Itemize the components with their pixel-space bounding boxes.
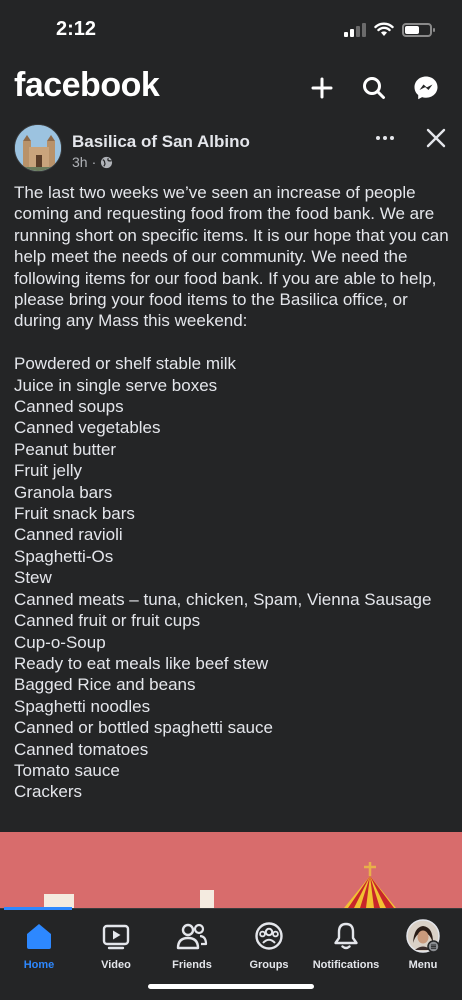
- messenger-button[interactable]: [408, 70, 444, 106]
- tab-label-friends: Friends: [172, 959, 212, 971]
- bell-icon: [329, 919, 363, 953]
- list-item: Fruit jelly: [14, 461, 83, 481]
- list-item: Granola bars: [14, 482, 113, 502]
- tab-label-notifications: Notifications: [312, 959, 380, 971]
- status-bar: 2:12: [0, 0, 462, 60]
- active-tab-indicator: [4, 907, 72, 910]
- post-meta: 3h ·: [72, 154, 113, 170]
- post-options-button[interactable]: [370, 128, 400, 148]
- list-item: Canned meats – tuna, chicken, Spam, Vien…: [14, 589, 432, 609]
- tab-menu[interactable]: Menu: [384, 919, 462, 983]
- food-items-list: Powdered or shelf stable milk Juice in s…: [14, 353, 454, 803]
- search-icon: [363, 77, 385, 99]
- basilica-photo-icon: [15, 125, 61, 171]
- cellular-signal-icon: [344, 22, 366, 37]
- list-item: Bagged Rice and beans: [14, 675, 196, 695]
- tab-friends[interactable]: Friends: [153, 919, 231, 983]
- wifi-icon: [374, 22, 394, 36]
- list-item: Canned fruit or fruit cups: [14, 611, 201, 631]
- list-item: Spaghetti-Os: [14, 546, 114, 566]
- hide-post-button[interactable]: [424, 126, 448, 150]
- status-icons: [344, 22, 435, 37]
- post-body: The last two weeks we’ve seen an increas…: [14, 182, 454, 803]
- plus-icon: [311, 77, 333, 99]
- tab-label-video: Video: [101, 959, 131, 971]
- post-header: Basilica of San Albino 3h ·: [0, 124, 462, 176]
- list-item: Fruit snack bars: [14, 504, 135, 524]
- list-item: Peanut butter: [14, 439, 117, 459]
- post-intro: The last two weeks we’ve seen an increas…: [14, 183, 449, 331]
- tab-label-home: Home: [23, 959, 55, 971]
- list-item: Crackers: [14, 782, 83, 802]
- flyer-graphic-icon: [0, 832, 462, 908]
- home-indicator: [148, 984, 314, 989]
- create-button[interactable]: [304, 70, 340, 106]
- facebook-logo[interactable]: facebook: [14, 66, 160, 105]
- list-item: Spaghetti noodles: [14, 696, 151, 716]
- list-item: Canned soups: [14, 397, 124, 417]
- list-item: Cup-o-Soup: [14, 632, 106, 652]
- page-name[interactable]: Basilica of San Albino: [72, 132, 250, 152]
- list-item: Ready to eat meals like beef stew: [14, 653, 269, 673]
- friends-icon: [175, 919, 209, 953]
- tab-home[interactable]: Home: [0, 919, 78, 983]
- globe-icon: [101, 156, 113, 168]
- list-item: Stew: [14, 568, 52, 588]
- list-item: Canned tomatoes: [14, 739, 149, 759]
- tab-video[interactable]: Video: [77, 919, 155, 983]
- video-icon: [99, 919, 133, 953]
- tab-notifications[interactable]: Notifications: [307, 919, 385, 983]
- status-time: 2:12: [56, 18, 97, 40]
- profile-avatar: [406, 919, 440, 953]
- battery-icon: [402, 22, 435, 37]
- tab-label-menu: Menu: [408, 959, 438, 971]
- post-image[interactable]: [0, 832, 462, 908]
- messenger-icon: [414, 76, 438, 100]
- home-icon: [22, 919, 56, 953]
- list-item: Juice in single serve boxes: [14, 375, 218, 395]
- groups-icon: [252, 919, 286, 953]
- list-item: Canned vegetables: [14, 418, 161, 438]
- list-item: Tomato sauce: [14, 760, 120, 780]
- post-time[interactable]: 3h: [72, 154, 88, 170]
- list-item: Canned or bottled spaghetti sauce: [14, 718, 273, 738]
- app-header: facebook: [0, 60, 462, 116]
- search-button[interactable]: [356, 70, 392, 106]
- page-avatar[interactable]: [14, 124, 62, 172]
- tab-groups[interactable]: Groups: [230, 919, 308, 983]
- list-item: Canned ravioli: [14, 525, 123, 545]
- tab-label-groups: Groups: [249, 959, 289, 971]
- meta-separator: ·: [91, 154, 97, 170]
- close-icon: [426, 128, 446, 148]
- list-item: Powdered or shelf stable milk: [14, 354, 237, 374]
